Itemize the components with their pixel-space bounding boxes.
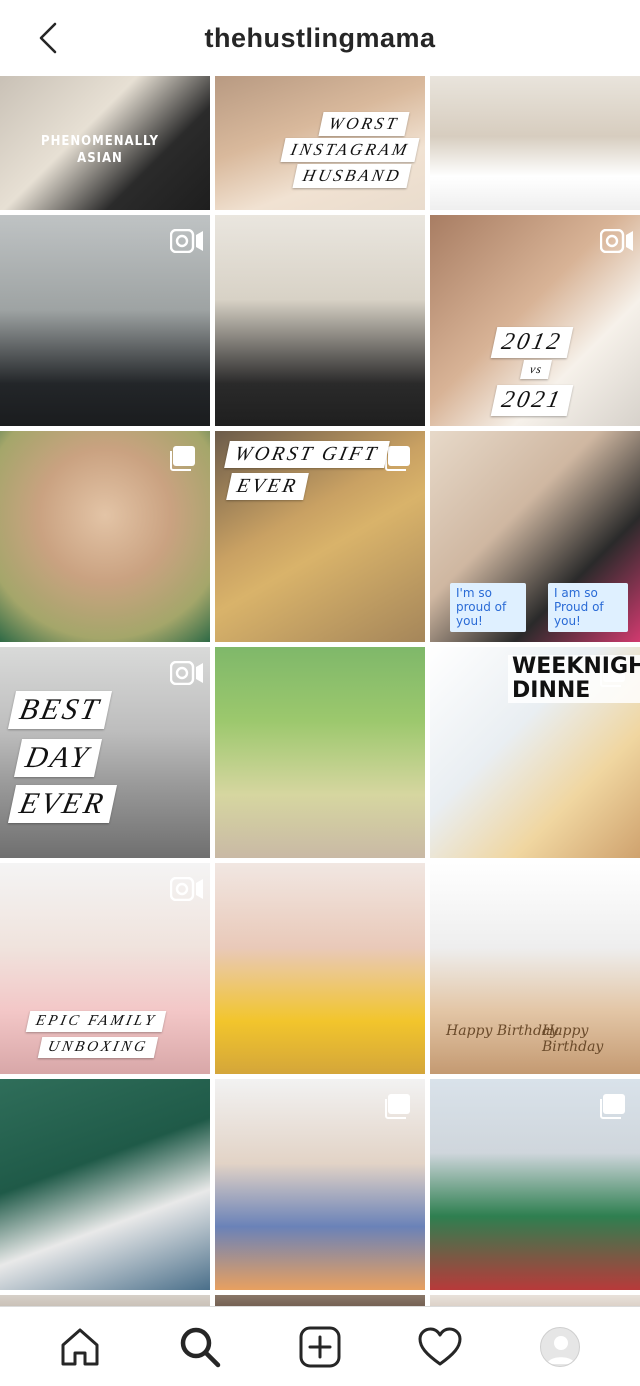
box-label: Happy Birthday (542, 1023, 604, 1055)
top-bar: thehustlingmama (0, 0, 640, 76)
nav-new-post-button[interactable] (288, 1315, 352, 1379)
handwritten-sign: I'm so proud of you! (450, 583, 526, 633)
multi-image-badge-icon (600, 1093, 628, 1119)
nav-activity-button[interactable] (408, 1315, 472, 1379)
search-icon (180, 1327, 221, 1367)
overlay-caption: EVER (7, 785, 118, 823)
post-tile[interactable] (430, 76, 640, 210)
nav-search-button[interactable] (168, 1315, 232, 1379)
back-button[interactable] (30, 20, 66, 56)
post-tile[interactable] (215, 647, 425, 858)
video-badge-icon (169, 228, 203, 254)
post-tile[interactable]: I'm so proud of you! I am so Proud of yo… (430, 431, 640, 642)
post-tile[interactable] (0, 215, 210, 426)
video-badge-icon (599, 228, 633, 254)
overlay-caption: WORST (318, 112, 410, 136)
profile-username-title: thehustlingmama (204, 22, 436, 53)
video-badge-icon (169, 876, 203, 902)
posts-grid: PHENOMENALLY ASIAN WORST INSTAGRAM HUSBAN… (0, 76, 640, 1317)
post-tile[interactable] (430, 1079, 640, 1290)
overlay-caption: 2012 (490, 327, 574, 358)
overlay-caption: vs (519, 360, 553, 379)
post-tile[interactable]: WEEKNIGHTDINNE (430, 647, 640, 858)
heart-icon (418, 1327, 462, 1365)
post-tile[interactable]: WORST GIFT EVER (215, 431, 425, 642)
post-tile[interactable]: WORST INSTAGRAM HUSBAND (215, 76, 425, 210)
banner-text: WEEKNIGHTDINNE (508, 654, 640, 704)
overlay-caption: DAY (13, 739, 103, 777)
post-tile[interactable] (215, 215, 425, 426)
post-tile[interactable]: 2012 vs 2021 (430, 215, 640, 426)
post-tile[interactable] (215, 863, 425, 1074)
home-icon (61, 1328, 99, 1365)
shirt-text: PHENOMENALLY ASIAN (41, 134, 159, 166)
new-post-icon (299, 1326, 341, 1367)
chevron-left-icon (39, 22, 57, 54)
nav-home-button[interactable] (48, 1315, 112, 1379)
overlay-caption: BEST (7, 691, 113, 729)
post-tile[interactable]: BEST DAY EVER (0, 647, 210, 858)
profile-avatar (540, 1326, 580, 1367)
video-badge-icon (169, 660, 203, 686)
overlay-caption: HUSBAND (291, 164, 412, 188)
multi-image-badge-icon (170, 445, 198, 471)
multi-image-badge-icon (385, 1093, 413, 1119)
overlay-caption: EVER (226, 473, 309, 500)
post-tile[interactable] (215, 1079, 425, 1290)
overlay-caption: EPIC FAMILY (25, 1011, 167, 1032)
overlay-caption: UNBOXING (37, 1037, 159, 1058)
bottom-nav-bar (0, 1306, 640, 1386)
post-tile[interactable] (0, 1079, 210, 1290)
post-tile[interactable] (0, 431, 210, 642)
multi-image-badge-icon (385, 445, 413, 471)
overlay-caption: INSTAGRAM (280, 138, 420, 162)
post-tile[interactable]: Happy Birthday Happy Birthday (430, 863, 640, 1074)
nav-profile-button[interactable] (528, 1315, 592, 1379)
handwritten-sign: I am so Proud of you! (548, 583, 628, 633)
overlay-caption: 2021 (490, 385, 574, 416)
post-tile[interactable]: PHENOMENALLY ASIAN (0, 76, 210, 210)
post-tile[interactable]: EPIC FAMILY UNBOXING (0, 863, 210, 1074)
overlay-caption: WORST GIFT (224, 441, 390, 468)
